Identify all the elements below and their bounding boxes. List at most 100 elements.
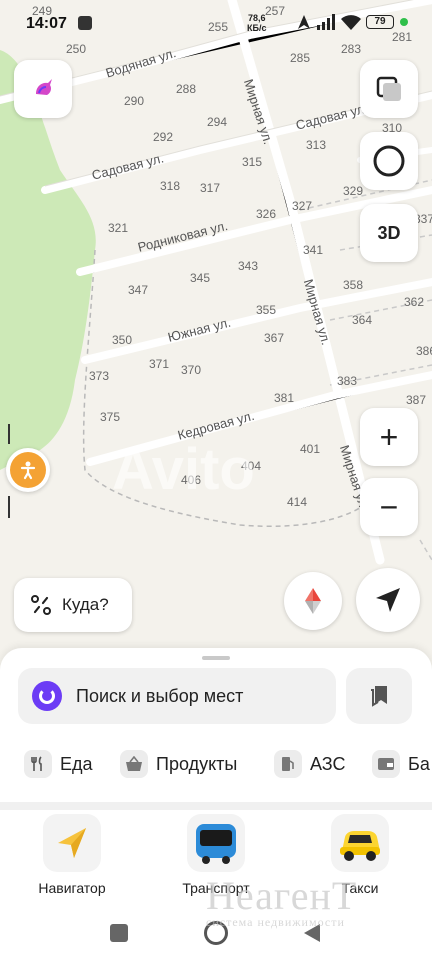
alice-button[interactable] (360, 132, 418, 190)
alice-icon (373, 145, 405, 177)
house-number: 375 (100, 410, 121, 424)
category-label: Еда (60, 753, 93, 774)
sheet-handle[interactable] (202, 656, 230, 660)
pedestrian-icon (10, 452, 46, 488)
house-number: 318 (160, 179, 181, 193)
bank-icon (372, 750, 400, 778)
net-speed-value: 78,6 (247, 13, 266, 23)
status-bar: 14:07 78,6 КБ/с 79 (0, 0, 432, 44)
notification-icon (78, 16, 92, 30)
category-label: Ба (408, 753, 430, 774)
house-number: 358 (343, 278, 364, 292)
agency-watermark-tagline: система недвижимости (206, 915, 345, 929)
bus-icon (187, 814, 245, 872)
alice-icon (32, 681, 62, 711)
house-number: 355 (256, 303, 277, 317)
house-number: 387 (406, 393, 427, 407)
house-number: 347 (128, 283, 149, 297)
alice-avatar-button[interactable] (14, 60, 72, 118)
net-speed-unit: КБ/с (247, 23, 267, 33)
zoom-in-button[interactable]: + (360, 408, 418, 466)
category-label: АЗС (310, 753, 346, 774)
compass-icon (305, 588, 321, 614)
house-number: 341 (303, 243, 324, 257)
house-number: 373 (89, 369, 110, 383)
house-number: 362 (404, 295, 425, 309)
house-number: 343 (238, 259, 259, 273)
house-number: 292 (153, 130, 174, 144)
net-speed: 78,6 КБ/с (247, 13, 266, 33)
category-fuel[interactable]: АЗС (274, 744, 345, 784)
house-number: 370 (181, 363, 202, 377)
compass-button[interactable] (284, 572, 342, 630)
house-number: 294 (207, 115, 228, 129)
location-arrow-icon (298, 15, 310, 29)
house-number: 290 (124, 94, 145, 108)
house-number: 401 (300, 442, 321, 456)
section-divider (0, 802, 432, 810)
category-food[interactable]: Еда (24, 744, 93, 784)
category-bank[interactable]: Ба (372, 744, 430, 784)
taxi-icon (331, 814, 389, 872)
edge-marker (8, 424, 10, 444)
house-number: 283 (341, 42, 362, 56)
house-number: 313 (306, 138, 327, 152)
where-to-label: Куда? (62, 595, 109, 614)
app-label: Навигатор (38, 880, 106, 896)
battery-indicator: 79 (366, 15, 394, 29)
3d-button[interactable]: 3D (360, 204, 418, 262)
bookmarks-button[interactable] (346, 668, 412, 724)
house-number: 383 (337, 374, 358, 388)
layers-icon (376, 76, 401, 101)
location-arrow-icon (376, 588, 400, 612)
house-number: 386 (416, 344, 432, 358)
3d-label: 3D (377, 222, 401, 243)
layers-button[interactable] (360, 60, 418, 118)
search-input[interactable]: Поиск и выбор мест (18, 668, 336, 724)
bookmark-icon (371, 686, 387, 707)
battery-level: 79 (374, 16, 386, 27)
avito-watermark: Avito (112, 437, 255, 502)
house-number: 285 (290, 51, 311, 65)
house-number: 317 (200, 181, 221, 195)
category-chips: Еда Продукты АЗС Ба (0, 744, 432, 784)
unicorn-icon (30, 76, 56, 102)
house-number: 326 (256, 207, 277, 221)
agency-watermark: НеагенТ система недвижимости (206, 872, 357, 930)
search-placeholder: Поиск и выбор мест (76, 685, 244, 706)
house-number: 381 (274, 391, 295, 405)
house-number: 414 (287, 495, 308, 509)
street-view-handle[interactable] (6, 448, 50, 492)
house-number: 321 (108, 221, 129, 235)
my-location-button[interactable] (356, 568, 420, 632)
route-icon (31, 595, 51, 615)
charging-dot-icon (400, 18, 408, 26)
agency-watermark-brand: НеагенТ (206, 873, 358, 918)
app-navigator[interactable]: Навигатор (22, 814, 122, 896)
house-number: 288 (176, 82, 197, 96)
house-number: 364 (352, 313, 373, 327)
house-number: 315 (242, 155, 263, 169)
food-icon (24, 750, 52, 778)
house-number: 371 (149, 357, 170, 371)
zoom-out-button[interactable]: − (360, 478, 418, 536)
house-number: 329 (343, 184, 364, 198)
house-number: 250 (66, 42, 87, 56)
signal-icon (317, 14, 335, 30)
category-label: Продукты (156, 753, 238, 774)
fuel-icon (274, 750, 302, 778)
category-groceries[interactable]: Продукты (120, 744, 237, 784)
house-number: 327 (292, 199, 313, 213)
house-number: 345 (190, 271, 211, 285)
plus-icon: + (379, 418, 399, 455)
where-to-button[interactable]: Куда? (14, 578, 132, 632)
basket-icon (120, 750, 148, 778)
recent-apps-button[interactable] (110, 924, 128, 942)
minus-icon: − (379, 488, 399, 525)
edge-marker (8, 496, 10, 518)
house-number: 350 (112, 333, 133, 347)
navigator-icon (43, 814, 101, 872)
house-number: 367 (264, 331, 285, 345)
status-time: 14:07 (26, 15, 67, 32)
wifi-icon (341, 15, 361, 30)
